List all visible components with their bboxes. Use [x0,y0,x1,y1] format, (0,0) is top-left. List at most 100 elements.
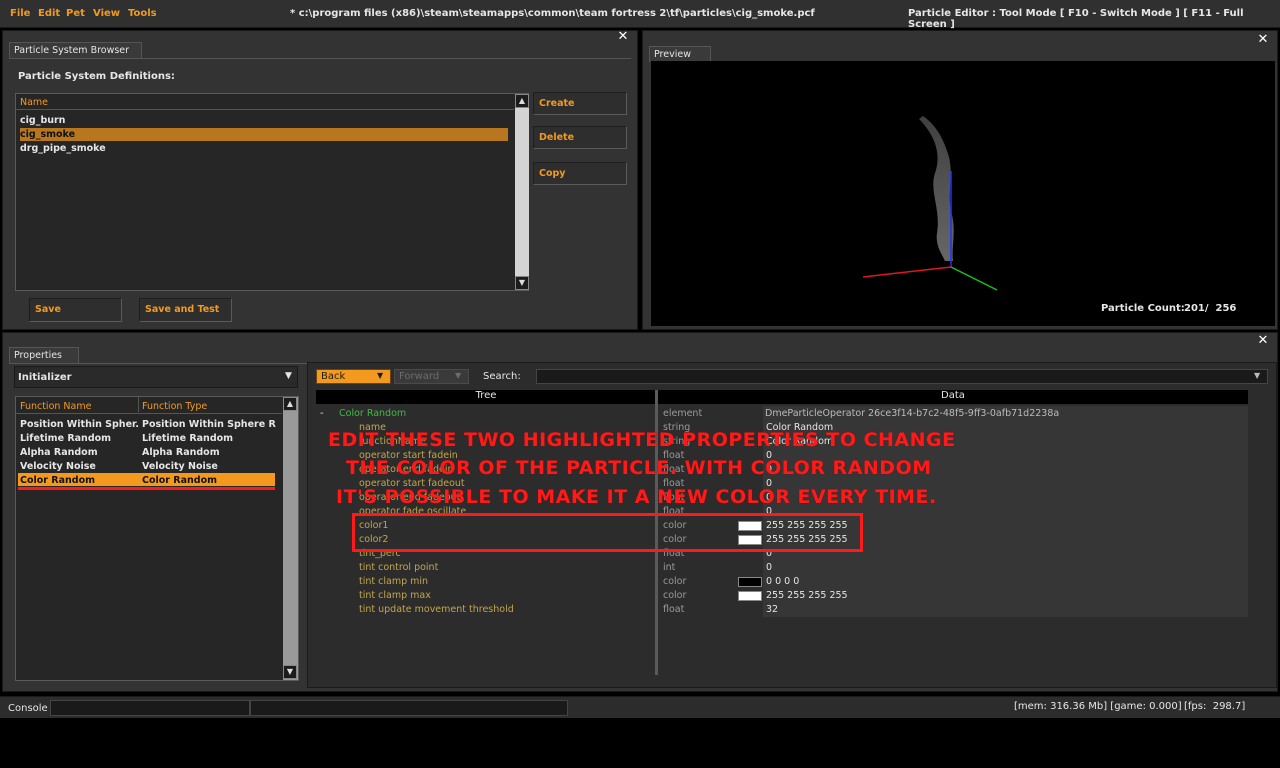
preview-tab[interactable]: Preview [649,46,711,62]
preview-scene [862,116,998,291]
fps-readout: [fps: 298.7] [1184,701,1246,712]
tree-header[interactable]: Tree [316,390,656,404]
color-swatch[interactable] [738,591,762,601]
console-output [250,700,568,716]
back-button[interactable]: Back ▼ [316,369,391,384]
chevron-down-icon: ▼ [1254,371,1261,380]
status-bar: Console [mem: 316.36 Mb] [game: 0.000] [… [0,696,1280,718]
list-item-selected[interactable]: cig_smoke [20,128,508,141]
scrollbar[interactable] [283,397,298,680]
smoke-particles [919,116,954,261]
menu-view[interactable]: View [93,8,120,19]
collapse-icon[interactable]: - [320,408,324,419]
delete-button[interactable]: Delete [533,126,627,149]
column-header-function-name[interactable]: Function Name [20,401,91,412]
tree-row-name[interactable]: tint clamp min [359,576,428,587]
console-label[interactable]: Console [8,703,48,714]
function-name[interactable]: Alpha Random [20,446,138,459]
mode-label: Particle Editor : Tool Mode [ F10 - Swit… [908,8,1244,30]
memory-readout: [mem: 316.36 Mb] [game: 0.000] [1014,701,1182,712]
close-icon[interactable]: ✕ [1257,33,1269,46]
browser-heading: Particle System Definitions: [18,71,175,82]
definitions-list[interactable]: Name cig_burn cig_smoke drg_pipe_smoke ▲… [15,93,529,291]
tree-row-value[interactable]: 255 255 255 255 [766,590,848,601]
back-label: Back [321,371,346,382]
axis-y [950,266,998,291]
tree-row-type: float [663,604,685,615]
header-divider [16,109,514,110]
list-item[interactable]: cig_burn [20,114,508,127]
chevron-down-icon: ▼ [377,371,384,380]
scroll-up-icon[interactable]: ▲ [515,94,529,108]
function-type-selected[interactable]: Color Random [142,474,276,487]
function-type[interactable]: Position Within Sphere Ra... [142,418,276,431]
properties-panel: Properties ✕ Initializer ▼ Function Name… [2,332,1278,692]
particle-browser-panel: Particle System Browser ✕ Particle Syste… [2,30,638,330]
tree-root-value: DmeParticleOperator 26ce3f14-b7c2-48f5-9… [765,408,1060,419]
copy-button[interactable]: Copy [533,162,627,185]
tree-row-value[interactable]: 0 [766,562,772,573]
properties-tab[interactable]: Properties [9,347,79,363]
function-type[interactable]: Velocity Noise [142,460,276,473]
scroll-down-icon[interactable]: ▼ [515,276,529,290]
save-and-test-button[interactable]: Save and Test [139,298,232,322]
column-divider [138,397,139,412]
tree-row-value[interactable]: 32 [766,604,778,615]
menu-pet[interactable]: Pet [66,8,85,19]
tree-row-type: int [663,562,676,573]
close-icon[interactable]: ✕ [1257,334,1269,347]
forward-button[interactable]: Forward ▼ [394,369,469,384]
scrollbar[interactable] [515,94,529,290]
function-name[interactable]: Velocity Noise [20,460,138,473]
particle-count-label: Particle Count: [1101,303,1185,314]
chevron-down-icon: ▼ [285,371,292,381]
scroll-up-icon[interactable]: ▲ [283,397,297,411]
function-type[interactable]: Lifetime Random [142,432,276,445]
chevron-down-icon: ▼ [455,371,462,380]
annotation-line-2: THE COLOR OF THE PARTICLE. WITH COLOR RA… [346,457,932,479]
tree-row-value[interactable]: 0 0 0 0 [766,576,799,587]
column-header-function-type[interactable]: Function Type [142,401,207,412]
menu-tools[interactable]: Tools [128,8,157,19]
search-label: Search: [483,371,521,382]
forward-label: Forward [399,371,440,382]
color-swatch[interactable] [738,577,762,587]
category-select[interactable]: Initializer ▼ [14,366,298,388]
data-header[interactable]: Data [658,390,1248,404]
annotation-highlight-box [352,513,863,552]
menu-bar: File Edit Pet View Tools * c:\program fi… [0,0,1280,30]
menu-edit[interactable]: Edit [38,8,60,19]
create-button[interactable]: Create [533,92,627,115]
tab-underline [9,58,631,59]
function-name[interactable]: Lifetime Random [20,432,138,445]
function-name-selected[interactable]: Color Random [20,474,138,487]
function-name[interactable]: Position Within Spher... [20,418,138,431]
function-type[interactable]: Alpha Random [142,446,276,459]
search-input[interactable]: ▼ [536,369,1268,384]
tree-row-type: color [663,576,687,587]
window-title: * c:\program files (x86)\steam\steamapps… [290,8,815,19]
console-input[interactable] [50,700,250,716]
annotation-line-1: EDIT THESE TWO HIGHLIGHTED PROPERTIES TO… [328,429,956,451]
menu-file[interactable]: File [10,8,30,19]
tree-root-name[interactable]: Color Random [339,408,406,419]
tree-row-name[interactable]: tint clamp max [359,590,431,601]
list-item[interactable]: drg_pipe_smoke [20,142,508,155]
tree-row-name[interactable]: tint control point [359,562,438,573]
category-value: Initializer [18,372,72,383]
tree-row-type: color [663,590,687,601]
preview-viewport[interactable]: Particle Count: 201/ 256 [651,61,1275,326]
save-button[interactable]: Save [29,298,122,322]
browser-tab[interactable]: Particle System Browser [9,42,142,58]
preview-panel: Preview ✕ Particle Count: 201/ 256 [642,30,1278,330]
annotation-underline [18,487,275,490]
column-header-name[interactable]: Name [20,97,48,108]
close-icon[interactable]: ✕ [617,30,629,43]
annotation-line-3: IT'S POSSIBLE TO MAKE IT A NEW COLOR EVE… [336,486,937,508]
scroll-down-icon[interactable]: ▼ [283,665,297,679]
tree-row-name[interactable]: tint update movement threshold [359,604,514,615]
tree-root-type: element [663,408,703,419]
functions-list[interactable]: Function Name Function Type Position Wit… [15,396,299,681]
particle-count-value: 201/ 256 [1184,303,1237,314]
header-divider [16,413,282,414]
